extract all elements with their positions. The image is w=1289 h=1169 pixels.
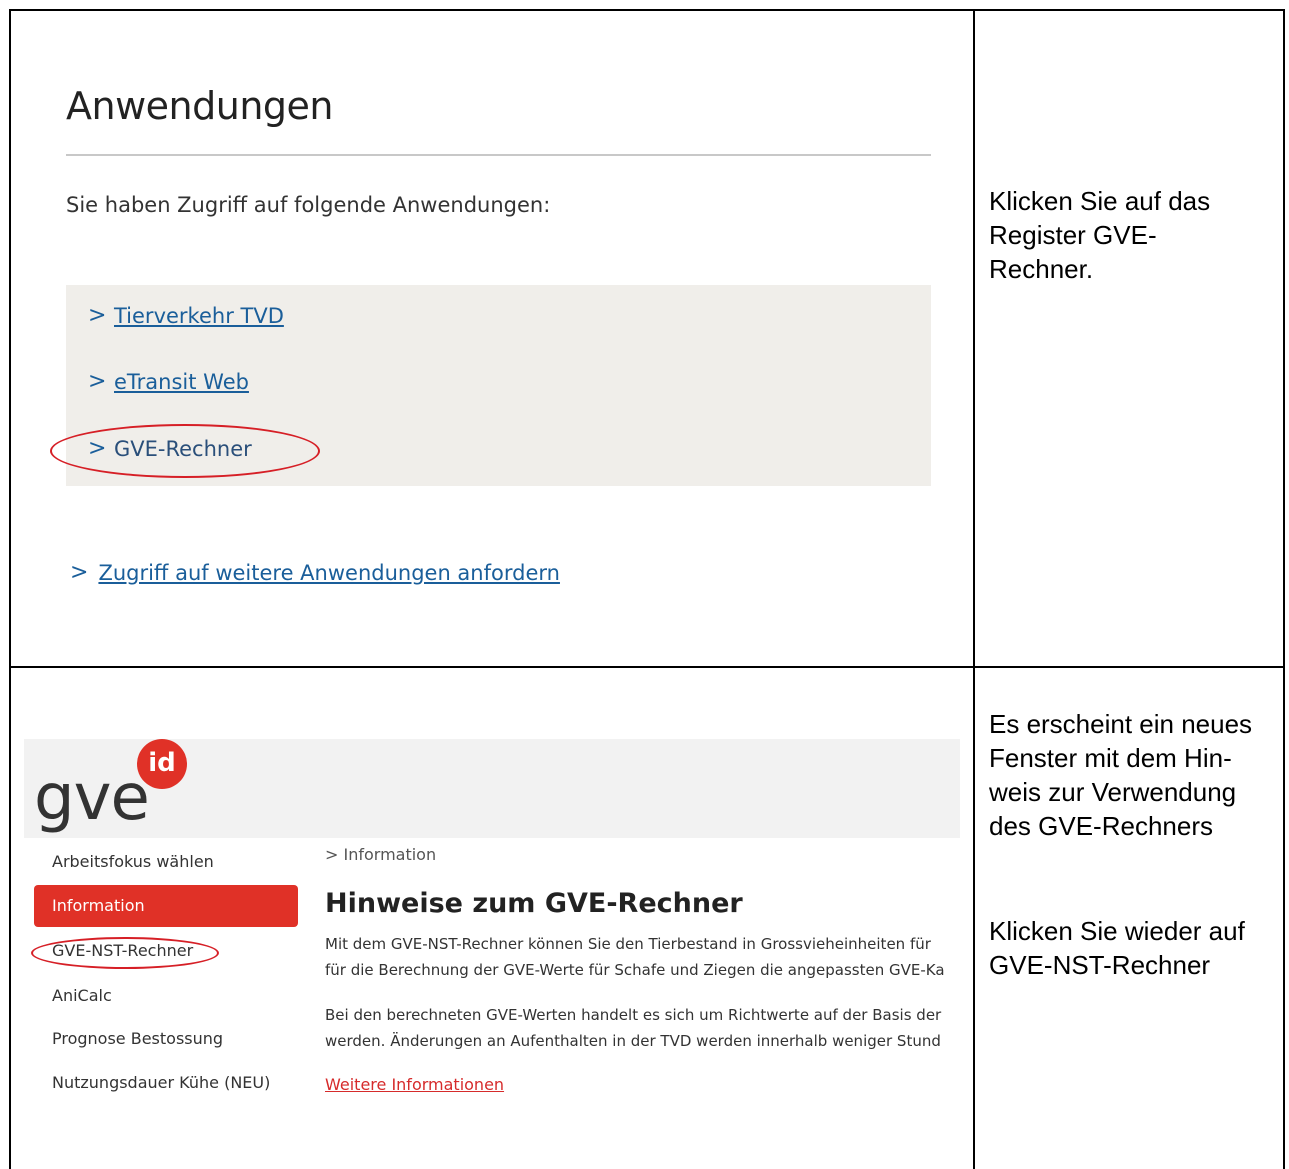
page-heading: Hinweise zum GVE-Rechner [325, 888, 743, 919]
app-link-label: Tierverkehr TVD [114, 303, 284, 328]
sidebar-item-nutzungsdauer[interactable]: Nutzungsdauer Kühe (NEU) [52, 1073, 270, 1092]
instruction-line: Klicken Sie wieder auf [989, 916, 1245, 946]
highlight-ellipse [31, 937, 219, 969]
request-access-label: Zugriff auf weitere Anwendungen anforder… [98, 560, 560, 585]
paragraph-line: Bei den berechneten GVE-Werten handelt e… [325, 1006, 942, 1024]
sidebar-item-anicalc[interactable]: AniCalc [52, 986, 112, 1005]
gve-logo: gve [34, 761, 150, 835]
instruction-step-1: Klicken Sie auf das Register GVE- Rechne… [989, 184, 1210, 286]
paragraph-line: werden. Änderungen an Aufenthalten in de… [325, 1032, 941, 1050]
app-link-tierverkehr[interactable]: > Tierverkehr TVD [88, 303, 284, 328]
instruction-step-3: Klicken Sie wieder auf GVE-NST-Rechner [989, 914, 1245, 982]
instruction-line: Register GVE- [989, 220, 1157, 250]
app-link-etransit[interactable]: > eTransit Web [88, 369, 249, 394]
request-access-link[interactable]: > Zugriff auf weitere Anwendungen anford… [70, 560, 560, 585]
table-frame [9, 9, 1285, 1169]
instruction-line: Rechner. [989, 254, 1094, 284]
instruction-line: Es erscheint ein neues [989, 709, 1253, 739]
sidebar-item-information[interactable]: Information [34, 885, 298, 927]
highlight-ellipse [50, 424, 320, 478]
applications-title: Anwendungen [66, 84, 334, 128]
instruction-line: GVE-NST-Rechner [989, 950, 1211, 980]
chevron-right-icon: > [88, 369, 107, 394]
instruction-line: Klicken Sie auf das [989, 186, 1211, 216]
app-link-label: eTransit Web [114, 369, 249, 394]
instruction-step-2: Es erscheint ein neues Fenster mit dem H… [989, 707, 1252, 843]
instruction-line: des GVE-Rechners [989, 811, 1213, 841]
row-divider [9, 666, 1285, 668]
sidebar-item-prognose[interactable]: Prognose Bestossung [52, 1029, 223, 1048]
more-info-link[interactable]: Weitere Informationen [325, 1075, 504, 1094]
instruction-line: weis zur Verwendung [989, 777, 1237, 807]
title-divider [66, 154, 931, 156]
applications-intro: Sie haben Zugriff auf folgende Anwendung… [66, 193, 551, 217]
instruction-line: Fenster mit dem Hin- [989, 743, 1232, 773]
breadcrumb: > Information [325, 845, 437, 864]
id-badge-icon: id [137, 739, 187, 789]
column-divider [973, 9, 975, 1169]
chevron-right-icon: > [88, 303, 107, 328]
paragraph-line: Mit dem GVE-NST-Rechner können Sie den T… [325, 935, 931, 953]
paragraph-line: für die Berechnung der GVE-Werte für Sch… [325, 961, 945, 979]
sidebar-item-arbeitsfokus[interactable]: Arbeitsfokus wählen [52, 852, 214, 871]
chevron-right-icon: > [70, 560, 89, 585]
sidebar-item-label: Information [52, 896, 145, 915]
